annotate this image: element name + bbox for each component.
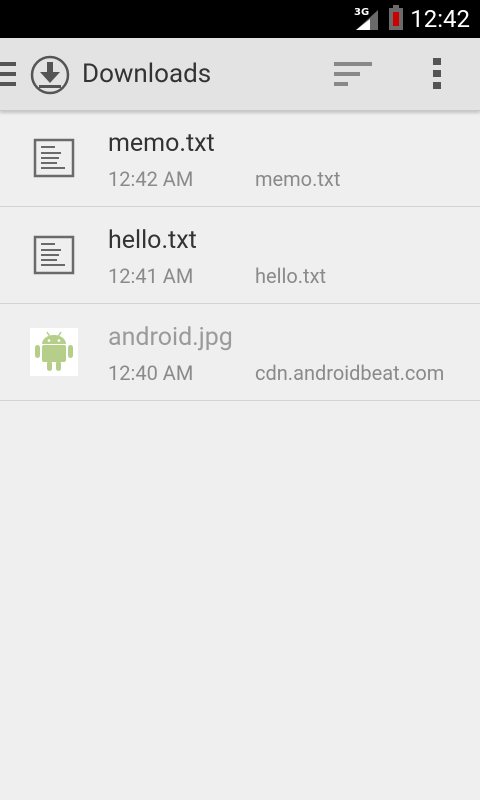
battery-icon: [388, 5, 404, 35]
list-item-hello[interactable]: hello.txt 12:41 AM hello.txt: [0, 207, 480, 304]
overflow-menu-icon: [433, 58, 441, 89]
download-source: memo.txt: [255, 167, 341, 191]
svg-text:3G: 3G: [354, 7, 369, 18]
download-icon[interactable]: [30, 55, 70, 99]
download-time: 12:40 AM: [108, 361, 194, 385]
download-time: 12:41 AM: [108, 264, 194, 288]
text-file-icon: [30, 134, 78, 182]
download-source: cdn.androidbeat.com: [255, 361, 445, 385]
download-source: hello.txt: [255, 264, 327, 288]
file-name: memo.txt: [108, 129, 215, 158]
list-item-android[interactable]: android.jpg 12:40 AM cdn.androidbeat.com: [0, 304, 480, 401]
page-title: Downloads: [82, 59, 212, 89]
download-time: 12:42 AM: [108, 167, 194, 191]
file-name: hello.txt: [108, 226, 197, 255]
overflow-menu-button[interactable]: [420, 54, 456, 94]
action-bar: Downloads: [0, 38, 480, 111]
status-time: 12:42: [410, 5, 470, 33]
signal-3g-icon: 3G: [354, 6, 380, 36]
downloads-list: memo.txt 12:42 AM memo.txt hello.txt 12:…: [0, 110, 480, 401]
android-image-thumbnail: [30, 328, 78, 376]
sort-button[interactable]: [330, 56, 374, 92]
list-item-memo[interactable]: memo.txt 12:42 AM memo.txt: [0, 110, 480, 207]
text-file-icon: [30, 231, 78, 279]
file-name: android.jpg: [108, 323, 233, 352]
hamburger-menu-icon[interactable]: [0, 60, 18, 94]
sort-icon: [334, 62, 372, 86]
status-bar: 3G 12:42: [0, 0, 480, 38]
